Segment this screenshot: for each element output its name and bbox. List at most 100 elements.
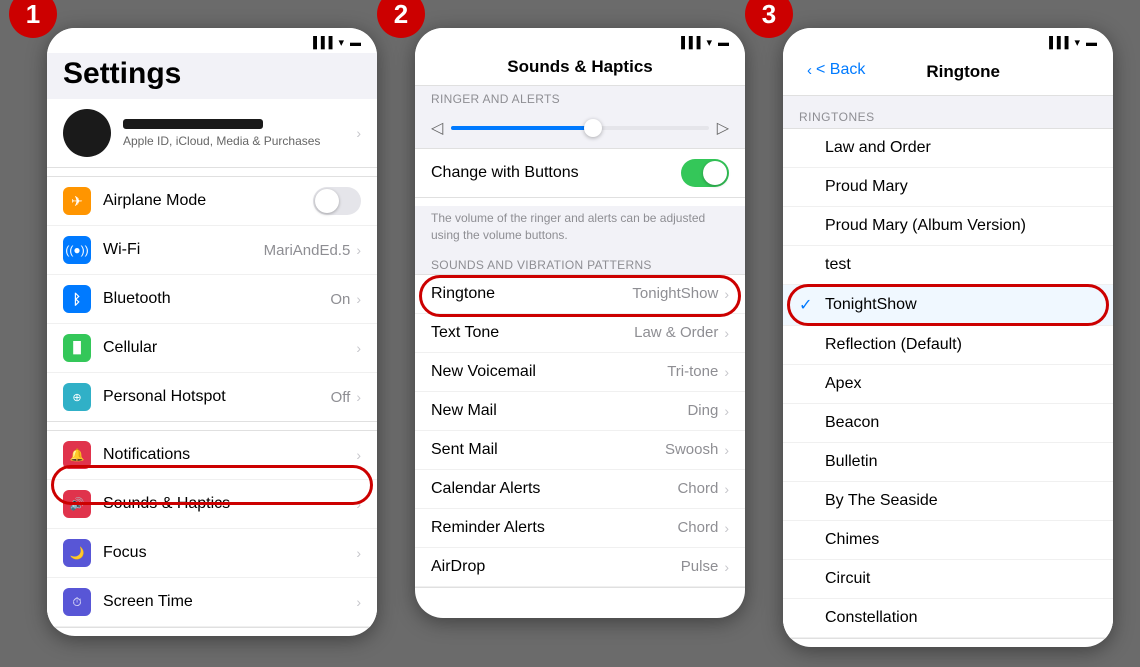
volume-low-icon: ◁: [431, 118, 443, 138]
ringer-alerts-header: RINGER AND ALERTS: [415, 86, 745, 108]
bluetooth-chevron: ›: [356, 291, 361, 307]
phone-frame-3: ▐▐▐ ▾ ▬ ‹ < Back Ringtone RINGTONES: [783, 28, 1113, 647]
text-tone-chevron: ›: [724, 325, 729, 341]
wifi-label: Wi-Fi: [103, 241, 264, 259]
notifications-chevron: ›: [356, 447, 361, 463]
ringtones-section-header: RINGTONES: [783, 96, 1113, 128]
ringtone-name-10: Chimes: [825, 531, 879, 549]
ringtone-name-8: Bulletin: [825, 453, 877, 471]
wifi-icon: ((●)): [63, 236, 91, 264]
new-mail-value: Ding: [687, 402, 718, 419]
sent-mail-row[interactable]: Sent Mail Swoosh ›: [415, 431, 745, 470]
ringtone-item-3[interactable]: test: [783, 246, 1113, 285]
ringtone-item-12[interactable]: Constellation: [783, 599, 1113, 638]
new-voicemail-value: Tri-tone: [667, 363, 718, 380]
sounds-haptics-row[interactable]: 🔊 Sounds & Haptics ›: [47, 480, 377, 529]
airdrop-row[interactable]: AirDrop Pulse ›: [415, 548, 745, 587]
personal-hotspot-chevron: ›: [356, 389, 361, 405]
ringtone-name-1: Proud Mary: [825, 178, 908, 196]
sent-mail-value: Swoosh: [665, 441, 718, 458]
ringtone-name-9: By The Seaside: [825, 492, 938, 510]
personal-hotspot-value: Off: [331, 389, 351, 406]
focus-icon: 🌙: [63, 539, 91, 567]
ringtone-item-0[interactable]: Law and Order: [783, 129, 1113, 168]
signal-icon: ▐▐▐: [309, 37, 332, 49]
ringtone-item-10[interactable]: Chimes: [783, 521, 1113, 560]
calendar-alerts-chevron: ›: [724, 481, 729, 497]
profile-row[interactable]: Apple ID, iCloud, Media & Purchases ›: [47, 99, 377, 168]
phone-frame-1: ▐▐▐ ▾ ▬ Settings Apple ID, iCloud, Media…: [47, 28, 377, 636]
volume-slider-track[interactable]: [451, 126, 708, 130]
airplane-mode-row[interactable]: ✈ Airplane Mode: [47, 177, 377, 226]
signal-icon-3: ▐▐▐: [1045, 37, 1068, 49]
cellular-icon: ▐▌: [63, 334, 91, 362]
phone-2-wrapper: 2 ▐▐▐ ▾ ▬ Sounds & Haptics RINGER AND AL…: [395, 8, 745, 618]
ringtone-item-4[interactable]: ✓ TonightShow: [783, 285, 1113, 326]
airplane-mode-label: Airplane Mode: [103, 192, 313, 210]
sent-mail-label: Sent Mail: [431, 441, 665, 459]
airdrop-value: Pulse: [681, 558, 719, 575]
battery-icon-2: ▬: [718, 37, 729, 49]
profile-chevron: ›: [356, 125, 361, 141]
focus-chevron: ›: [356, 545, 361, 561]
focus-label: Focus: [103, 544, 356, 562]
battery-icon: ▬: [350, 37, 361, 49]
new-voicemail-label: New Voicemail: [431, 363, 667, 381]
avatar: [63, 109, 111, 157]
settings-title: Settings: [47, 57, 377, 99]
text-tone-row[interactable]: Text Tone Law & Order ›: [415, 314, 745, 353]
screen-time-row[interactable]: ⏱ Screen Time ›: [47, 578, 377, 627]
change-with-buttons-row[interactable]: Change with Buttons: [415, 149, 745, 197]
ringtone-item-6[interactable]: Apex: [783, 365, 1113, 404]
screen-time-icon: ⏱: [63, 588, 91, 616]
step-badge-1: 1: [9, 0, 57, 38]
volume-description: The volume of the ringer and alerts can …: [415, 206, 745, 252]
ringtone-item-8[interactable]: Bulletin: [783, 443, 1113, 482]
back-button[interactable]: ‹ < Back: [791, 57, 881, 87]
sounds-list: Ringtone TonightShow › Text Tone Law & O…: [415, 274, 745, 588]
wifi-chevron: ›: [356, 242, 361, 258]
profile-text: Apple ID, iCloud, Media & Purchases: [123, 119, 344, 148]
ringtone-item-7[interactable]: Beacon: [783, 404, 1113, 443]
ringtone-item-5[interactable]: Reflection (Default): [783, 326, 1113, 365]
status-bar-1: ▐▐▐ ▾ ▬: [47, 28, 377, 53]
sent-mail-chevron: ›: [724, 442, 729, 458]
focus-row[interactable]: 🌙 Focus ›: [47, 529, 377, 578]
ringtone-name-2: Proud Mary (Album Version): [825, 217, 1026, 235]
volume-slider-row[interactable]: ◁ ▷: [415, 108, 745, 148]
text-tone-value: Law & Order: [634, 324, 718, 341]
reminder-alerts-label: Reminder Alerts: [431, 519, 677, 537]
ringtone-chevron: ›: [724, 286, 729, 302]
ringtone-item-9[interactable]: By The Seaside: [783, 482, 1113, 521]
slider-thumb[interactable]: [584, 119, 602, 137]
back-label: < Back: [816, 61, 865, 79]
ringtone-item-1[interactable]: Proud Mary: [783, 168, 1113, 207]
notifications-label: Notifications: [103, 446, 356, 464]
status-bar-3: ▐▐▐ ▾ ▬: [783, 28, 1113, 53]
wifi-row[interactable]: ((●)) Wi-Fi MariAndEd.5 ›: [47, 226, 377, 275]
ringtone-name-12: Constellation: [825, 609, 918, 627]
calendar-alerts-label: Calendar Alerts: [431, 480, 677, 498]
new-voicemail-row[interactable]: New Voicemail Tri-tone ›: [415, 353, 745, 392]
back-chevron: ‹: [807, 62, 812, 79]
ringtone-value: TonightShow: [632, 285, 718, 302]
new-mail-row[interactable]: New Mail Ding ›: [415, 392, 745, 431]
personal-hotspot-icon: ⊕: [63, 383, 91, 411]
bluetooth-row[interactable]: ᛒ Bluetooth On ›: [47, 275, 377, 324]
change-with-buttons-toggle[interactable]: [681, 159, 729, 187]
phone-frame-2: ▐▐▐ ▾ ▬ Sounds & Haptics RINGER AND ALER…: [415, 28, 745, 618]
personal-hotspot-row[interactable]: ⊕ Personal Hotspot Off ›: [47, 373, 377, 421]
ringtone-item-2[interactable]: Proud Mary (Album Version): [783, 207, 1113, 246]
notifications-row[interactable]: 🔔 Notifications ›: [47, 431, 377, 480]
ringtone-item-11[interactable]: Circuit: [783, 560, 1113, 599]
airplane-toggle[interactable]: [313, 187, 361, 215]
ringtone-name-7: Beacon: [825, 414, 879, 432]
reminder-alerts-row[interactable]: Reminder Alerts Chord ›: [415, 509, 745, 548]
calendar-alerts-row[interactable]: Calendar Alerts Chord ›: [415, 470, 745, 509]
calendar-alerts-value: Chord: [677, 480, 718, 497]
cellular-row[interactable]: ▐▌ Cellular ›: [47, 324, 377, 373]
sounds-haptics-chevron: ›: [356, 496, 361, 512]
personal-hotspot-label: Personal Hotspot: [103, 388, 331, 406]
ringtone-row[interactable]: Ringtone TonightShow ›: [415, 275, 745, 314]
step-badge-2: 2: [377, 0, 425, 38]
